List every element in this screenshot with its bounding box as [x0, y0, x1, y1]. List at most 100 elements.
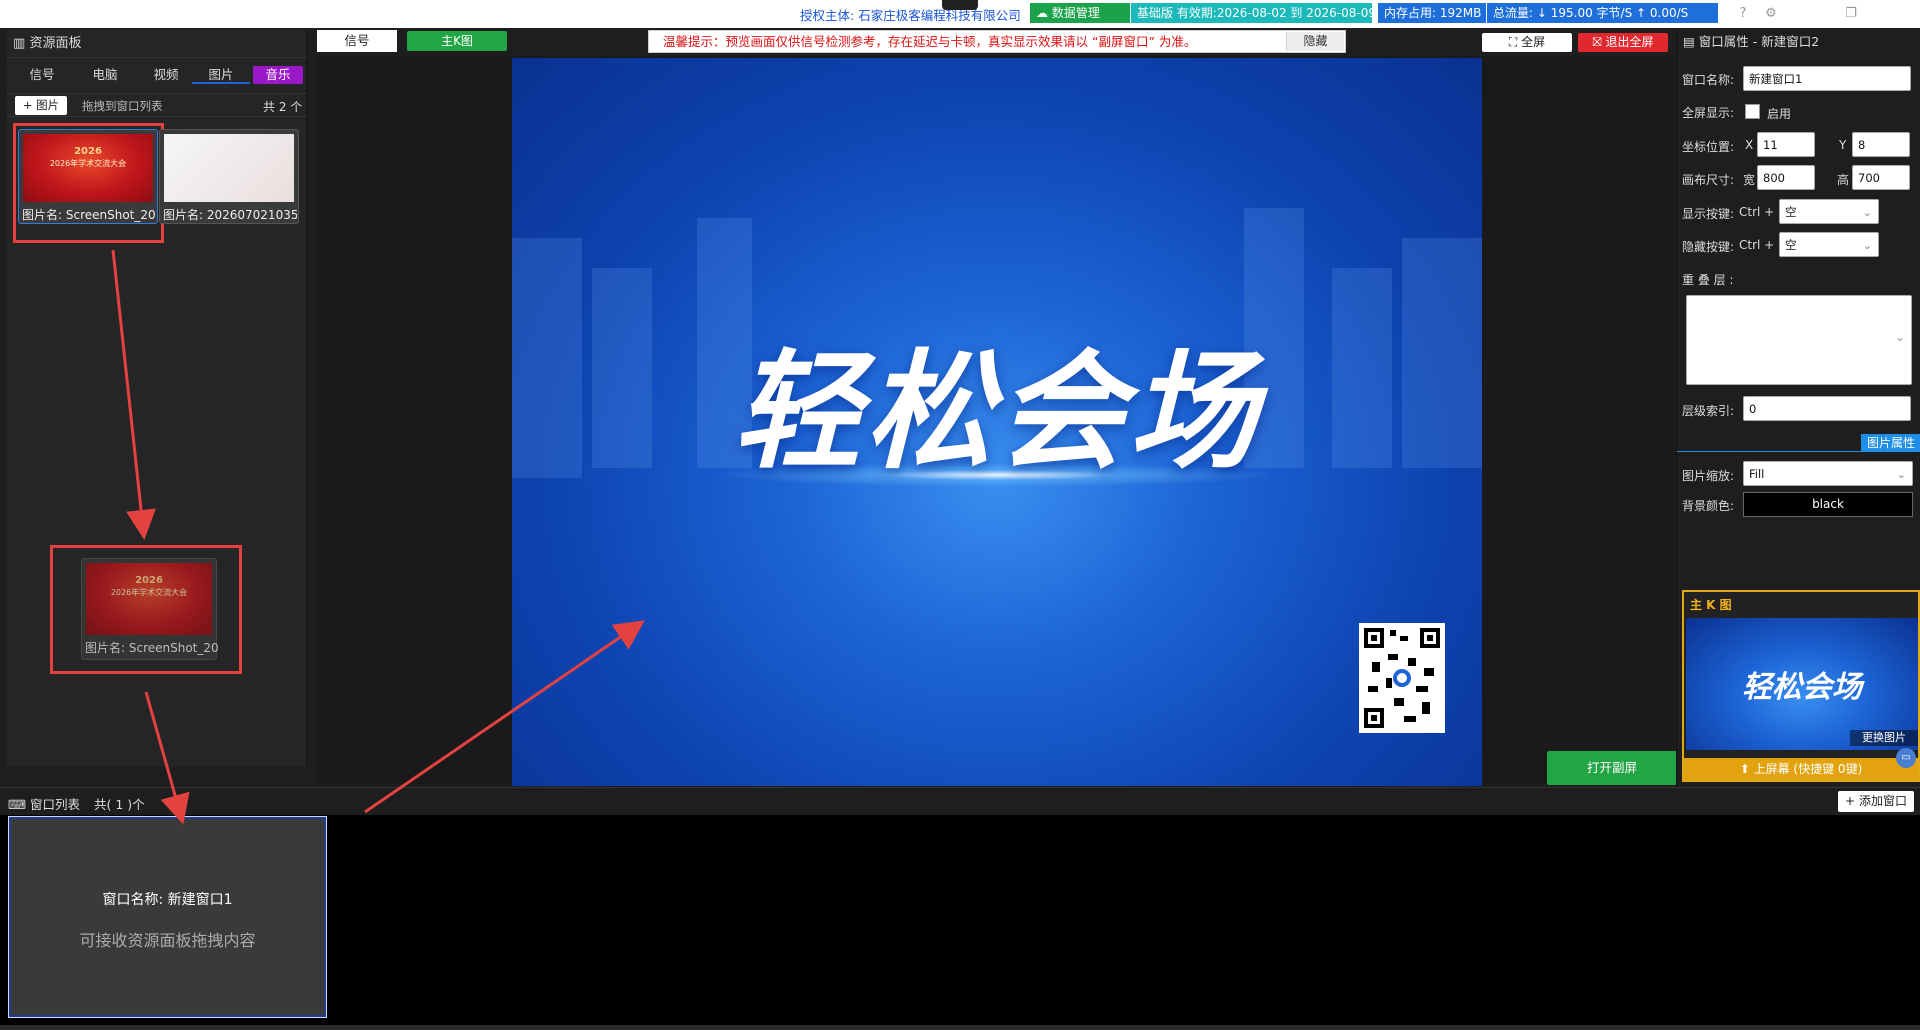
resource-toolbar: + 图片 拖拽到窗口列表 共 2 个 — [7, 93, 307, 117]
tab-computer[interactable]: 电脑 — [80, 66, 130, 84]
image-scale-value: Fill — [1749, 467, 1765, 481]
hide-hotkey-value: 空 — [1785, 238, 1797, 252]
resource-count: 共 2 个 — [263, 100, 303, 114]
window-drag-handle[interactable] — [942, 0, 978, 10]
overlay-label: 重 叠 层 : — [1682, 273, 1734, 287]
image-thumbnail[interactable]: 2026 2026年学术交流大会 图片名: ScreenShot_20 — [18, 129, 158, 224]
chevron-down-icon: ⌄ — [1862, 206, 1872, 219]
tab-preview-main-k[interactable]: 主K图 — [407, 31, 507, 51]
show-hotkey-label: 显示按键: — [1682, 207, 1735, 221]
window-name-label: 窗口名称: — [1682, 73, 1735, 87]
version-badge: 基础版 有效期:2026-08-02 到 2026-08-09 — [1131, 3, 1376, 23]
expand-icon: ⛶ — [1508, 35, 1518, 49]
height-label: 高 — [1837, 173, 1850, 187]
preview-canvas[interactable]: 轻松会场 — [512, 58, 1482, 786]
chevron-down-icon: ⌄ — [1862, 239, 1872, 252]
image-thumbnail[interactable]: 图片名: 202607021035 — [159, 129, 299, 224]
show-hotkey-value: 空 — [1785, 205, 1797, 219]
thumbnail-image — [164, 134, 294, 202]
keyboard-icon: ⌨ — [8, 797, 27, 812]
hide-hotkey-label: 隐藏按键: — [1682, 240, 1735, 254]
overlay-select[interactable]: ⌄ — [1686, 295, 1912, 385]
thumbnail-image-subtitle: 2026年学术交流大会 — [49, 159, 127, 168]
change-image-button[interactable]: 更换图片 — [1850, 730, 1918, 746]
hide-hotkey-modifier: Ctrl + — [1739, 238, 1775, 252]
window-card-name: 窗口名称: 新建窗口1 — [102, 892, 233, 908]
qr-code-icon — [1364, 628, 1440, 728]
tab-image[interactable]: 图片 — [192, 66, 250, 84]
z-index-field[interactable]: 0 — [1743, 396, 1911, 421]
help-icon[interactable]: ? — [1730, 2, 1756, 26]
fullscreen-label: 全屏 — [1521, 35, 1546, 49]
tab-video[interactable]: 视频 — [141, 66, 191, 84]
show-hotkey-modifier: Ctrl + — [1739, 205, 1775, 219]
window-list-count: 共( 1 )个 — [94, 797, 145, 812]
data-management-label: 数据管理 — [1051, 6, 1100, 20]
properties-title: 窗口属性 - 新建窗口2 — [1698, 34, 1820, 49]
tab-preview-signal[interactable]: 信号 — [317, 30, 397, 52]
exit-fullscreen-label: 退出全屏 — [1605, 35, 1654, 49]
bar-chart-icon: ▥ — [13, 36, 26, 51]
y-field[interactable]: 8 — [1852, 132, 1910, 157]
dragging-thumbnail[interactable]: 2026 2026年学术交流大会 图片名: ScreenShot_20 — [81, 558, 219, 660]
enable-label: 启用 — [1767, 107, 1792, 121]
window-card-hint: 可接收资源面板拖拽内容 — [79, 931, 256, 950]
z-index-label: 层级索引: — [1682, 404, 1735, 418]
bottom-strip — [0, 1025, 1920, 1030]
window-list-title-text: 窗口列表 — [30, 797, 81, 812]
thumbnail-image: 2026 2026年学术交流大会 — [23, 134, 153, 202]
hide-notice-button[interactable]: 隐藏 — [1286, 32, 1344, 51]
chat-icon[interactable]: ▭ — [1896, 748, 1916, 768]
add-window-button[interactable]: + 添加窗口 — [1838, 791, 1914, 812]
data-management-button[interactable]: ☁ 数据管理 — [1030, 3, 1130, 23]
settings-icon[interactable]: ⚙ — [1758, 2, 1784, 26]
plus-icon: + — [1845, 794, 1856, 808]
thumbnail-caption: 图片名: 202607021035 — [163, 208, 297, 222]
add-window-label: 添加窗口 — [1858, 794, 1907, 808]
thumbnail-caption: 图片名: ScreenShot_20 — [85, 641, 219, 655]
thumbnail-image: 2026 2026年学术交流大会 — [86, 563, 212, 635]
thumbnail-image-subtitle: 2026年学术交流大会 — [110, 588, 188, 597]
license-org: 石家庄极客编程科技有限公司 — [858, 8, 1021, 23]
main-k-thumbnail-title: 轻松会场 — [1742, 670, 1862, 705]
restore-window-icon[interactable]: ❐ — [1838, 2, 1864, 26]
window-card[interactable]: 窗口名称: 新建窗口1 可接收资源面板拖拽内容 — [8, 816, 327, 1018]
x-label: X — [1745, 138, 1754, 152]
top-bar: 授权主体: 石家庄极客编程科技有限公司 ☁ 数据管理 基础版 有效期:2026-… — [0, 0, 1920, 28]
cloud-icon: ☁ — [1036, 6, 1048, 20]
memory-badge: 内存占用: 192MB — [1378, 3, 1486, 23]
window-name-field[interactable]: 新建窗口1 — [1743, 66, 1911, 91]
exit-icon: ⛝ — [1592, 35, 1602, 49]
x-field[interactable]: 11 — [1757, 132, 1815, 157]
width-label: 宽 — [1743, 173, 1756, 187]
tab-music[interactable]: 音乐 — [253, 66, 303, 84]
license-info: 授权主体: 石家庄极客编程科技有限公司 — [800, 5, 1021, 24]
chevron-down-icon: ⌄ — [1896, 468, 1906, 481]
divider — [1677, 451, 1920, 452]
show-hotkey-select[interactable]: 空 ⌄ — [1779, 199, 1879, 224]
main-k-title: 主 K 图 — [1690, 598, 1732, 612]
exit-fullscreen-button[interactable]: ⛝ 退出全屏 — [1578, 33, 1668, 52]
add-image-button[interactable]: + 图片 — [15, 96, 67, 115]
main-k-thumbnail[interactable]: 轻松会场 更换图片 — [1686, 618, 1918, 750]
qr-code — [1359, 623, 1445, 733]
bg-color-picker[interactable]: black — [1743, 492, 1913, 517]
drag-hint: 拖拽到窗口列表 — [82, 99, 163, 113]
hide-hotkey-select[interactable]: 空 ⌄ — [1779, 232, 1879, 257]
properties-header: ▤ 窗口属性 - 新建窗口2 — [1677, 30, 1920, 54]
height-field[interactable]: 700 — [1852, 165, 1910, 190]
tab-signal[interactable]: 信号 — [22, 66, 62, 84]
tab-image-properties[interactable]: 图片属性 — [1861, 434, 1920, 452]
canvas-title: 轻松会场 — [732, 338, 1261, 487]
bg-color-label: 背景颜色: — [1682, 499, 1735, 513]
thumbnail-image-title: 2026 — [135, 575, 163, 586]
coordinate-label: 坐标位置: — [1682, 140, 1735, 154]
image-scale-select[interactable]: Fill ⌄ — [1743, 461, 1913, 486]
preview-notice: 温馨提示：预览画面仅供信号检测参考，存在延迟与卡顿，真实显示效果请以 “副屏窗口… — [648, 30, 1346, 53]
up-screen-button[interactable]: ⬆ 上屏幕 (快捷键 0键) — [1684, 758, 1918, 780]
fullscreen-button[interactable]: ⛶ 全屏 — [1482, 33, 1572, 52]
thumbnail-caption: 图片名: ScreenShot_20 — [22, 208, 156, 222]
fullscreen-checkbox[interactable] — [1745, 104, 1760, 119]
open-sub-screen-button[interactable]: 打开副屏 — [1547, 751, 1677, 785]
width-field[interactable]: 800 — [1757, 165, 1815, 190]
